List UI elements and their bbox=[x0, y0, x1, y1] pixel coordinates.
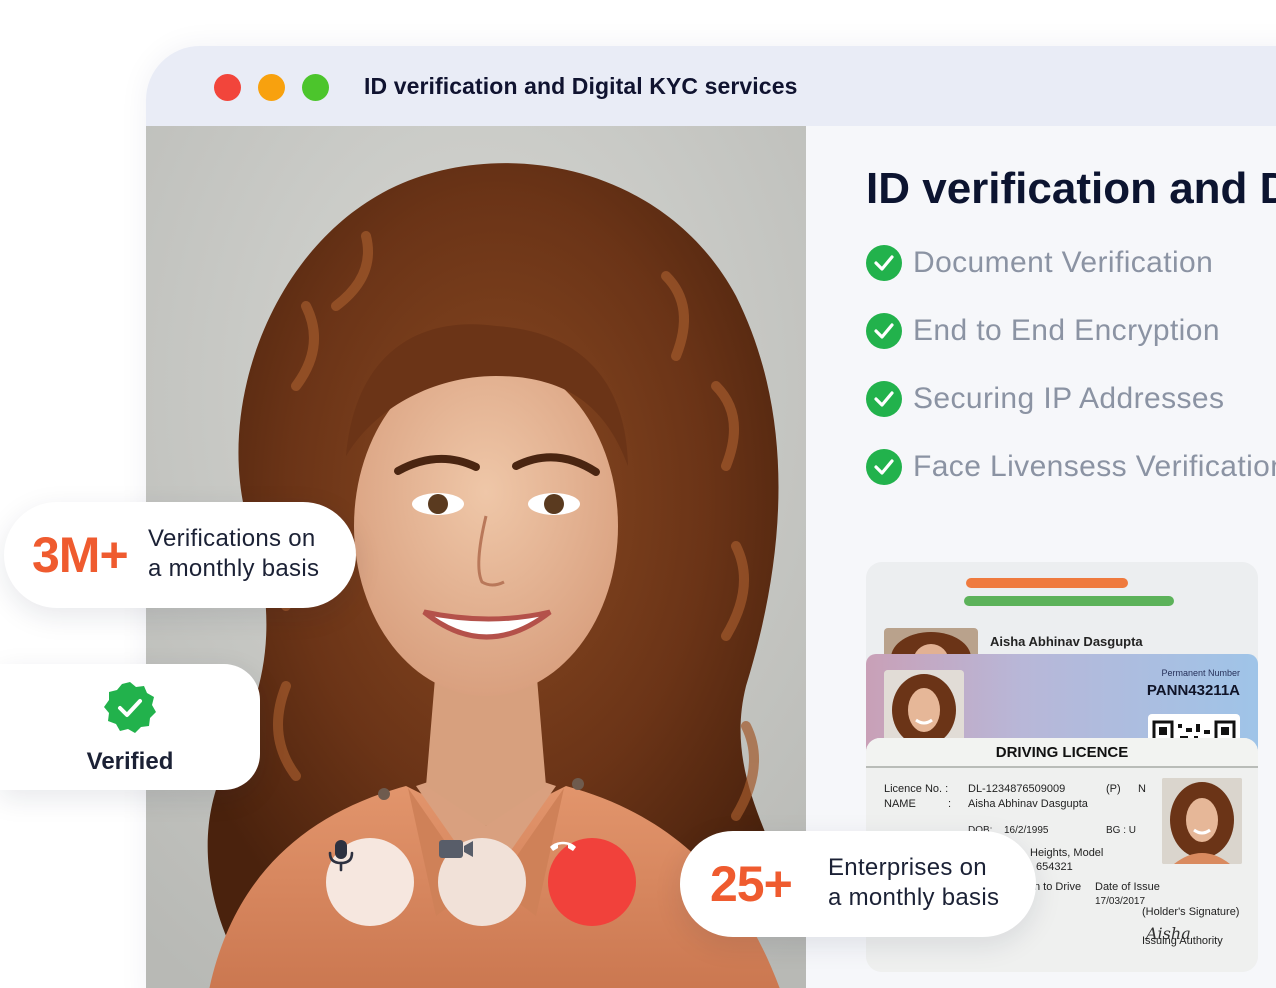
enterprises-line-2: a monthly basis bbox=[828, 884, 1000, 911]
dl-name: Aisha Abhinav Dasgupta bbox=[968, 798, 1088, 810]
feature-item: Document Verification bbox=[866, 243, 1213, 283]
dl-drive-label: n to Drive bbox=[1034, 881, 1082, 893]
flag-green-stroke bbox=[964, 596, 1174, 606]
panel-heading: ID verification and Digital KYC services bbox=[866, 164, 1276, 213]
feature-label: End to End Encryption bbox=[913, 314, 1220, 347]
close-window-button[interactable] bbox=[214, 74, 241, 101]
check-circle-icon bbox=[866, 313, 902, 349]
dl-holder-signature-label: (Holder's Signature) bbox=[1142, 906, 1240, 918]
verifications-line-1: Verifications on bbox=[148, 525, 316, 552]
dl-title: DRIVING LICENCE bbox=[866, 738, 1258, 768]
stage: ID verification and Digital KYC services bbox=[0, 0, 1276, 988]
title-bar: ID verification and Digital KYC services bbox=[146, 46, 1276, 126]
feature-item: Face Livensess Verification bbox=[866, 447, 1276, 487]
check-circle-icon bbox=[866, 381, 902, 417]
verified-card: Verified bbox=[0, 664, 260, 790]
enterprises-description: Enterprises on a monthly basis bbox=[828, 853, 999, 913]
verifications-count: 3M+ bbox=[32, 527, 129, 583]
video-camera-icon bbox=[439, 840, 473, 858]
end-call-button[interactable] bbox=[548, 838, 636, 926]
check-circle-icon bbox=[866, 245, 902, 281]
dl-name-label: NAME bbox=[884, 798, 916, 810]
dl-licence-number: DL-1234876509009 bbox=[968, 783, 1066, 795]
dl-issue-label: Date of Issue bbox=[1095, 881, 1160, 893]
enterprises-count: 25+ bbox=[710, 856, 793, 912]
dl-p-label: (P) bbox=[1106, 783, 1121, 795]
dl-licence-label: Licence No. : bbox=[884, 783, 949, 795]
dl-name-separator: : bbox=[948, 798, 952, 810]
phone-hangup-icon bbox=[550, 841, 576, 851]
minimize-window-button[interactable] bbox=[258, 74, 285, 101]
feature-item: Securing IP Addresses bbox=[866, 379, 1224, 419]
card-holder-name: Aisha Abhinav Dasgupta bbox=[990, 634, 1143, 649]
check-circle-icon bbox=[866, 449, 902, 485]
flag-orange-stroke bbox=[966, 578, 1128, 588]
verifications-description: Verifications on a monthly basis bbox=[148, 524, 319, 584]
microphone-icon bbox=[328, 840, 354, 872]
toggle-camera-button[interactable] bbox=[438, 838, 526, 926]
dl-issuing-authority: Issuing Authority bbox=[1142, 935, 1223, 947]
dl-dob: 16/2/1995 bbox=[1004, 825, 1049, 836]
window-title: ID verification and Digital KYC services bbox=[364, 73, 798, 99]
verified-badge-icon bbox=[104, 682, 156, 733]
mute-microphone-button[interactable] bbox=[326, 838, 414, 926]
enterprises-stat-card: 25+ Enterprises on a monthly basis bbox=[680, 831, 1036, 937]
feature-item: End to End Encryption bbox=[866, 311, 1220, 351]
feature-label: Document Verification bbox=[913, 246, 1214, 279]
verified-label: Verified bbox=[86, 748, 174, 775]
dl-address-line-2: 654321 bbox=[1036, 861, 1073, 873]
verifications-stat-card: 3M+ Verifications on a monthly basis bbox=[4, 502, 356, 608]
feature-label: Securing IP Addresses bbox=[913, 382, 1225, 415]
dl-address-line-1: Heights, Model bbox=[1030, 847, 1104, 859]
dl-blood-group: BG : U bbox=[1106, 825, 1137, 836]
feature-label: Face Livensess Verification bbox=[913, 450, 1276, 483]
dl-photo bbox=[1162, 778, 1242, 864]
maximize-window-button[interactable] bbox=[302, 74, 329, 101]
dl-n-label: N bbox=[1138, 783, 1146, 795]
pan-number: PANN43211A bbox=[1146, 682, 1240, 699]
dl-issue-date: 17/03/2017 bbox=[1095, 896, 1146, 907]
verifications-line-2: a monthly basis bbox=[148, 555, 320, 582]
pan-number-label: Permanent Number bbox=[1161, 668, 1240, 678]
enterprises-line-1: Enterprises on bbox=[828, 854, 987, 881]
